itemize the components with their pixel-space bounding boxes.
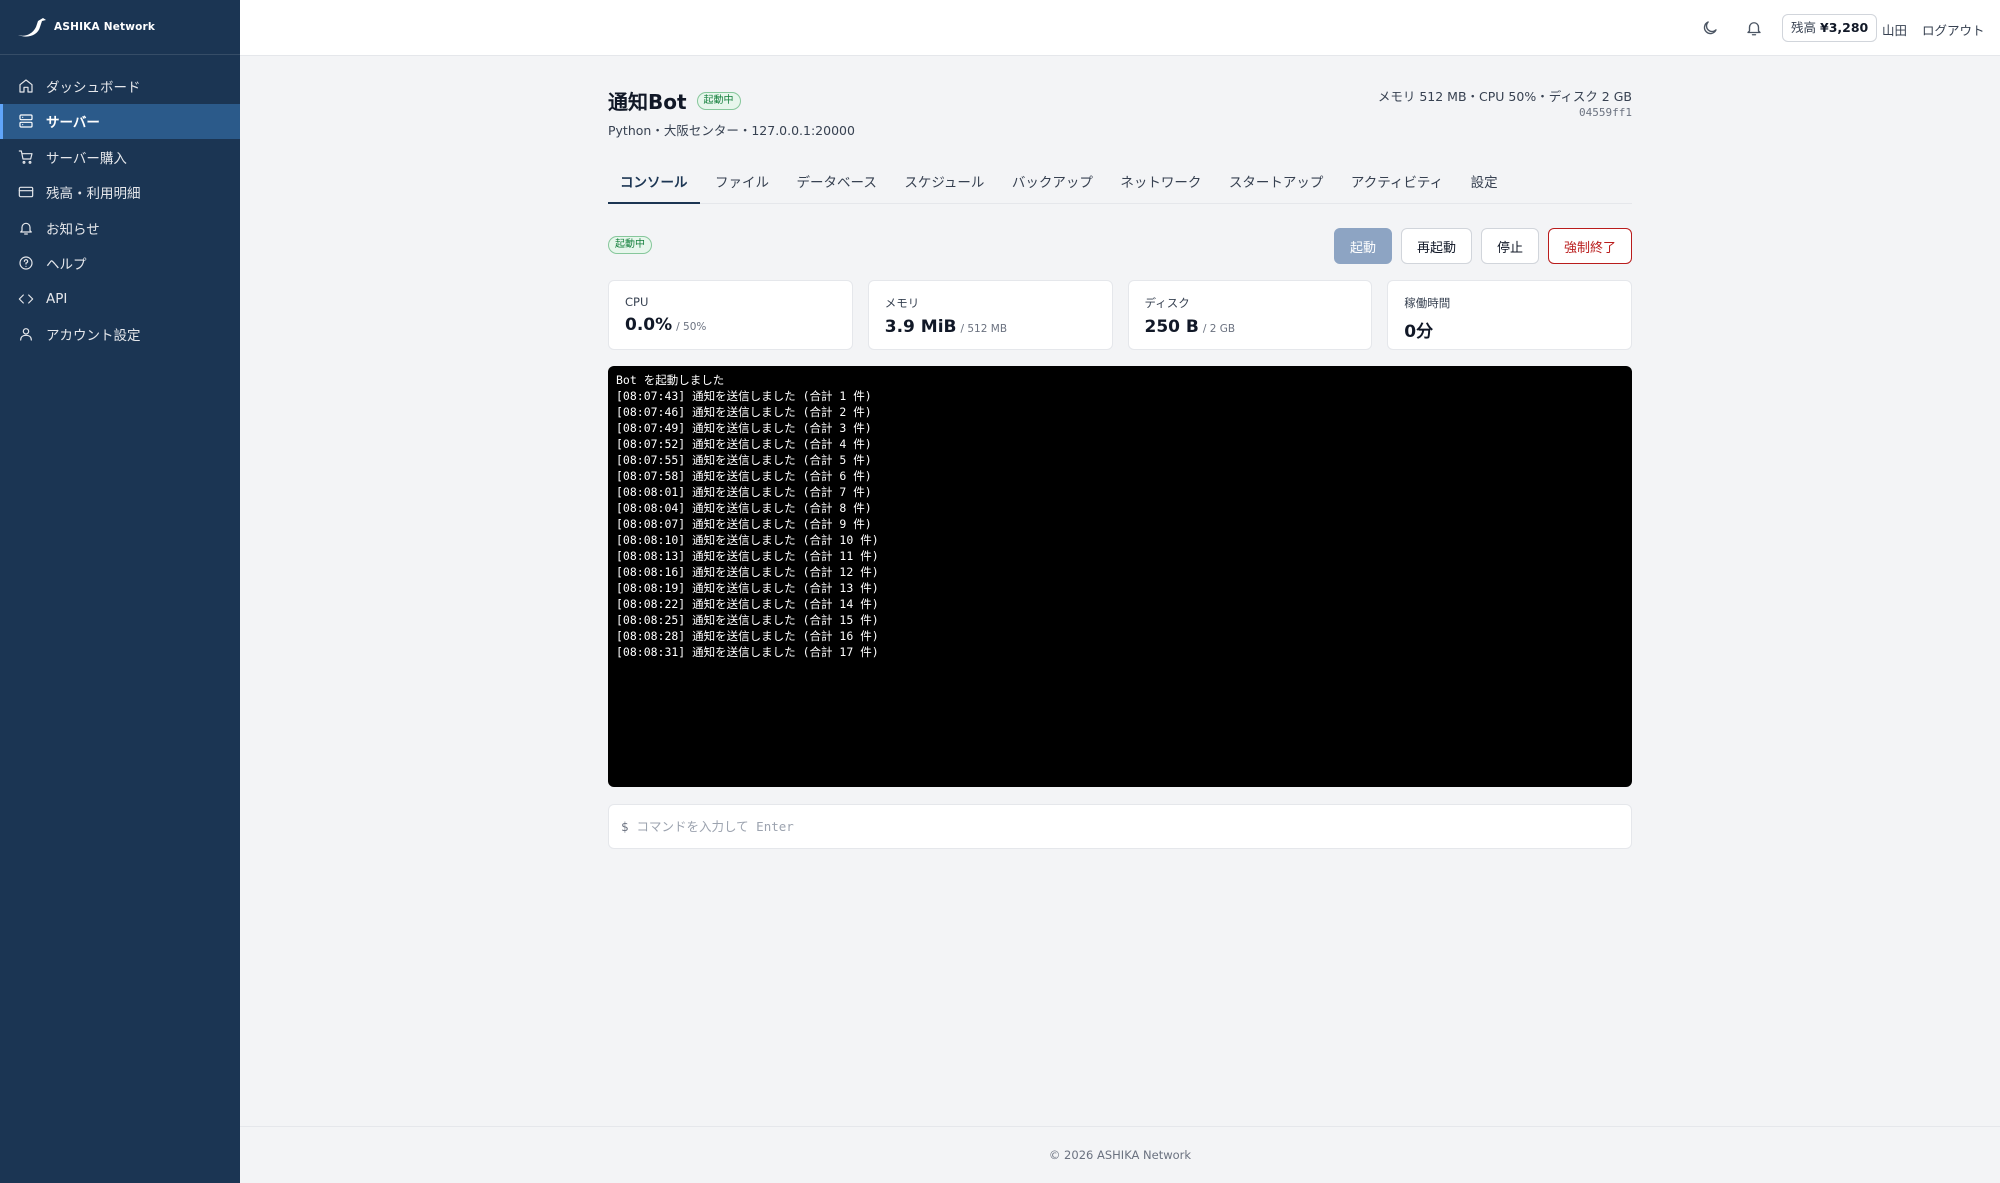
tab-database[interactable]: データベース [785,168,889,204]
moon-icon[interactable] [1701,19,1719,37]
console-line: [08:07:52] 通知を送信しました (合計 4 件) [616,437,872,451]
sidebar-nav: ダッシュボード サーバー サーバー購入 残高・利用明細 お知らせ ヘルプ API [0,55,240,352]
console-line: Bot を起動しました [616,373,725,387]
stat-value: 250 B [1144,317,1199,337]
console-line: [08:07:49] 通知を送信しました (合計 3 件) [616,421,872,435]
user-icon [18,326,34,342]
command-input[interactable] [636,819,1631,834]
console-line: [08:07:43] 通知を送信しました (合計 1 件) [616,389,872,403]
sidebar: ASHIKA Network ダッシュボード サーバー サーバー購入 残高・利用… [0,0,240,1183]
kill-button[interactable]: 強制終了 [1547,228,1632,264]
bell-icon [18,220,34,236]
code-icon [18,291,34,307]
stat-value: 0.0% [625,315,673,335]
bell-icon[interactable] [1745,19,1763,37]
tab-settings[interactable]: 設定 [1459,168,1510,204]
stat-card-cpu: CPU 0.0%/ 50% [608,280,853,350]
sidebar-item-servers[interactable]: サーバー [0,103,240,139]
stat-label: ディスク [1144,296,1190,310]
sidebar-item-notices[interactable]: お知らせ [0,210,240,246]
user-name: 山田 [1882,23,1908,38]
sidebar-item-label: サーバー購入 [46,150,127,167]
tab-startup[interactable]: スタートアップ [1217,168,1336,204]
stat-limit: / 2 GB [1202,323,1236,335]
start-button[interactable]: 起動 [1333,228,1392,264]
console-line: [08:08:25] 通知を送信しました (合計 15 件) [616,613,879,627]
tab-files[interactable]: ファイル [703,168,781,204]
stat-value: 3.9 MiB [884,317,957,337]
console-line: [08:08:13] 通知を送信しました (合計 11 件) [616,549,879,563]
sidebar-item-label: ヘルプ [46,257,87,274]
console-line: [08:08:19] 通知を送信しました (合計 13 件) [616,581,879,595]
restart-button[interactable]: 再起動 [1400,228,1472,264]
brand[interactable]: ASHIKA Network [0,0,240,55]
sidebar-item-label: 残高・利用明細 [46,186,141,203]
stat-limit: / 512 MB [960,323,1008,335]
sidebar-item-purchase[interactable]: サーバー購入 [0,139,240,175]
title-row: 通知Bot 起動中 [608,86,741,115]
sidebar-item-label: API [46,290,68,307]
balance-button[interactable]: 残高 ¥3,280 [1782,14,1878,42]
console-output[interactable]: Bot を起動しました [08:07:43] 通知を送信しました (合計 1 件… [608,366,1632,787]
tab-network[interactable]: ネットワーク [1108,168,1213,204]
console-line: [08:08:01] 通知を送信しました (合計 7 件) [616,485,872,499]
cart-icon [18,149,34,165]
stat-label: メモリ [884,296,920,310]
power-actions: 起動 再起動 停止 強制終了 [1333,228,1632,264]
console-line: [08:08:28] 通知を送信しました (合計 16 件) [616,629,879,643]
sidebar-item-label: ダッシュボード [46,79,141,96]
console-line: [08:08:04] 通知を送信しました (合計 8 件) [616,501,872,515]
home-icon [18,78,34,94]
stat-label: 稼働時間 [1404,296,1451,310]
stop-button[interactable]: 停止 [1480,228,1539,264]
console-line: [08:08:07] 通知を送信しました (合計 9 件) [616,517,872,531]
sidebar-item-api[interactable]: API [0,281,240,317]
tab-activity[interactable]: アクティビティ [1339,168,1455,204]
sidebar-item-label: お知らせ [46,221,100,238]
console-status-badge: 起動中 [608,236,652,254]
server-icon [18,113,34,129]
tab-bar: コンソール ファイル データベース スケジュール バックアップ ネットワーク ス… [608,168,1632,204]
server-id: 04559ff1 [1579,106,1632,119]
server-spec: メモリ 512 MB・CPU 50%・ディスク 2 GB [1377,89,1632,104]
console-line: [08:08:16] 通知を送信しました (合計 12 件) [616,565,879,579]
console-line: [08:07:46] 通知を送信しました (合計 2 件) [616,405,872,419]
sidebar-item-billing[interactable]: 残高・利用明細 [0,175,240,211]
console-line: [08:08:22] 通知を送信しました (合計 14 件) [616,597,879,611]
balance-value: ¥3,280 [1820,20,1869,35]
stat-label: CPU [625,295,649,309]
brand-name: ASHIKA Network [54,21,156,33]
footer: © 2026 ASHIKA Network [240,1126,2000,1183]
console-line: [08:08:31] 通知を送信しました (合計 17 件) [616,645,879,659]
status-badge: 起動中 [696,91,741,110]
server-subtitle: Python・大阪センター・127.0.0.1:20000 [608,123,855,138]
command-prompt: $ [621,819,629,834]
console-line: [08:08:10] 通知を送信しました (合計 10 件) [616,533,879,547]
topbar: 残高 ¥3,280 山田 ログアウト [240,0,2000,56]
stat-card-disk: ディスク 250 B/ 2 GB [1127,280,1373,350]
command-bar: $ [608,804,1632,849]
logout-link[interactable]: ログアウト [1922,20,1985,39]
sidebar-item-account[interactable]: アカウント設定 [0,317,240,353]
bird-logo-icon [18,18,46,37]
stat-value: 0分 [1404,322,1434,342]
stat-limit: / 50% [676,321,707,333]
sidebar-item-help[interactable]: ヘルプ [0,246,240,282]
stat-card-memory: メモリ 3.9 MiB/ 512 MB [867,280,1113,350]
balance-label: 残高 [1791,20,1817,35]
console-line: [08:07:55] 通知を送信しました (合計 5 件) [616,453,872,467]
sidebar-item-label: アカウント設定 [46,328,141,345]
sidebar-item-dashboard[interactable]: ダッシュボード [0,68,240,104]
credit-card-icon [18,184,34,200]
console-line: [08:07:58] 通知を送信しました (合計 6 件) [616,469,872,483]
help-circle-icon [18,255,34,271]
tab-console[interactable]: コンソール [608,168,700,204]
tab-schedule[interactable]: スケジュール [892,168,996,204]
stat-card-uptime: 稼働時間 0分 [1387,280,1632,350]
sidebar-item-label: サーバー [46,115,100,132]
resource-stats: CPU 0.0%/ 50% メモリ 3.9 MiB/ 512 MB ディスク 2… [608,280,1632,350]
page-title: 通知Bot [608,90,687,114]
tab-backup[interactable]: バックアップ [1000,168,1105,204]
